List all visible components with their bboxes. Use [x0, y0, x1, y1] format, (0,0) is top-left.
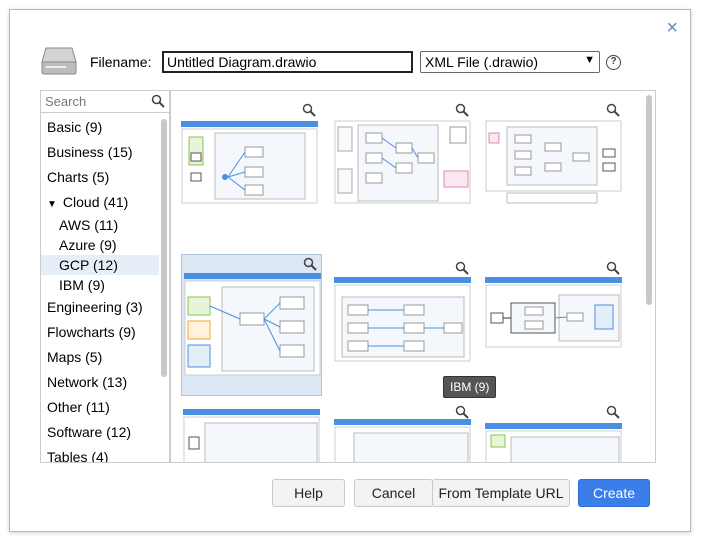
sidebar-item-label: Engineering (3)	[47, 299, 143, 315]
sidebar-item-label: AWS (11)	[59, 217, 119, 233]
template-thumbnail	[181, 121, 318, 204]
cancel-button[interactable]: Cancel	[354, 479, 433, 507]
zoom-icon[interactable]	[606, 103, 620, 117]
sidebar-item-label: Charts (5)	[47, 169, 110, 185]
template-item[interactable]	[181, 403, 322, 462]
template-thumbnail	[485, 120, 622, 204]
category-tooltip: IBM (9)	[443, 376, 497, 398]
sidebar-item-ibm[interactable]: IBM (9)	[41, 275, 159, 295]
category-sidebar: Search Basic (9) Business (15) Charts (5) ▼…	[40, 90, 170, 463]
sidebar-item-network[interactable]: Network (13)	[41, 370, 159, 395]
zoom-icon[interactable]	[455, 103, 469, 117]
sidebar-item-label: IBM (9)	[59, 277, 105, 293]
template-item[interactable]	[332, 259, 473, 369]
zoom-icon[interactable]	[455, 405, 469, 419]
template-thumbnail	[334, 277, 471, 362]
search-input[interactable]: Search	[41, 91, 169, 113]
search-icon[interactable]	[151, 94, 165, 108]
zoom-icon[interactable]	[455, 261, 469, 275]
sidebar-item-flowcharts[interactable]: Flowcharts (9)	[41, 320, 159, 345]
sidebar-item-label: Software (12)	[47, 424, 132, 440]
template-item[interactable]	[179, 101, 320, 211]
format-select[interactable]: XML File (.drawio) ▼	[420, 51, 600, 73]
template-thumbnail	[334, 120, 471, 204]
template-item-selected[interactable]	[181, 254, 322, 396]
sidebar-item-label: Cloud (41)	[62, 194, 129, 210]
sidebar-item-label: GCP (12)	[59, 257, 118, 273]
sidebar-item-cloud[interactable]: ▼ Cloud (41)	[41, 190, 159, 215]
format-select-value: XML File (.drawio)	[425, 54, 539, 70]
help-button[interactable]: Help	[272, 479, 345, 507]
template-item[interactable]	[332, 101, 473, 211]
template-thumbnail	[485, 423, 622, 462]
chevron-down-icon: ▼	[584, 54, 595, 66]
template-item[interactable]	[483, 259, 624, 369]
zoom-icon[interactable]	[302, 103, 316, 117]
create-button[interactable]: Create	[578, 479, 650, 507]
template-grid	[170, 90, 656, 463]
template-thumbnail	[334, 419, 471, 462]
sidebar-item-label: Azure (9)	[59, 237, 117, 253]
template-thumbnail	[183, 409, 320, 462]
sidebar-item-business[interactable]: Business (15)	[41, 140, 159, 165]
close-icon[interactable]: ×	[666, 18, 678, 38]
zoom-icon[interactable]	[606, 405, 620, 419]
sidebar-item-label: Tables (4)	[47, 449, 109, 463]
from-template-url-button[interactable]: From Template URL	[432, 479, 570, 507]
template-thumbnail	[184, 273, 321, 376]
sidebar-item-label: Basic (9)	[47, 119, 103, 135]
sidebar-item-software[interactable]: Software (12)	[41, 420, 159, 445]
sidebar-item-aws[interactable]: AWS (11)	[41, 215, 159, 235]
filename-input[interactable]	[162, 51, 413, 73]
sidebar-item-azure[interactable]: Azure (9)	[41, 235, 159, 255]
sidebar-item-basic[interactable]: Basic (9)	[41, 115, 159, 140]
new-diagram-dialog: × Filename: XML File (.drawio) ▼ ? Searc…	[9, 9, 691, 532]
sidebar-item-tables[interactable]: Tables (4)	[41, 445, 159, 463]
sidebar-item-charts[interactable]: Charts (5)	[41, 165, 159, 190]
sidebar-item-label: Flowcharts (9)	[47, 324, 136, 340]
template-scrollbar[interactable]	[646, 95, 652, 305]
template-item[interactable]	[332, 405, 473, 462]
template-item[interactable]	[483, 101, 624, 211]
zoom-icon[interactable]	[303, 257, 317, 271]
sidebar-item-label: Network (13)	[47, 374, 128, 390]
search-placeholder: Search	[45, 94, 87, 109]
triangle-down-icon[interactable]: ▼	[47, 199, 57, 210]
sidebar-item-gcp[interactable]: GCP (12)	[41, 255, 159, 275]
drive-icon	[41, 47, 77, 75]
help-icon[interactable]: ?	[606, 55, 621, 70]
category-list: Basic (9) Business (15) Charts (5) ▼ Cloud (…	[41, 115, 159, 463]
zoom-icon[interactable]	[606, 261, 620, 275]
sidebar-item-maps[interactable]: Maps (5)	[41, 345, 159, 370]
sidebar-scrollbar[interactable]	[161, 119, 167, 377]
template-item[interactable]	[483, 405, 624, 462]
sidebar-item-other[interactable]: Other (11)	[41, 395, 159, 420]
sidebar-item-engineering[interactable]: Engineering (3)	[41, 295, 159, 320]
sidebar-item-label: Maps (5)	[47, 349, 103, 365]
template-thumbnail	[485, 277, 622, 348]
filename-label: Filename:	[90, 54, 152, 70]
sidebar-item-label: Other (11)	[47, 399, 110, 415]
sidebar-item-label: Business (15)	[47, 144, 133, 160]
